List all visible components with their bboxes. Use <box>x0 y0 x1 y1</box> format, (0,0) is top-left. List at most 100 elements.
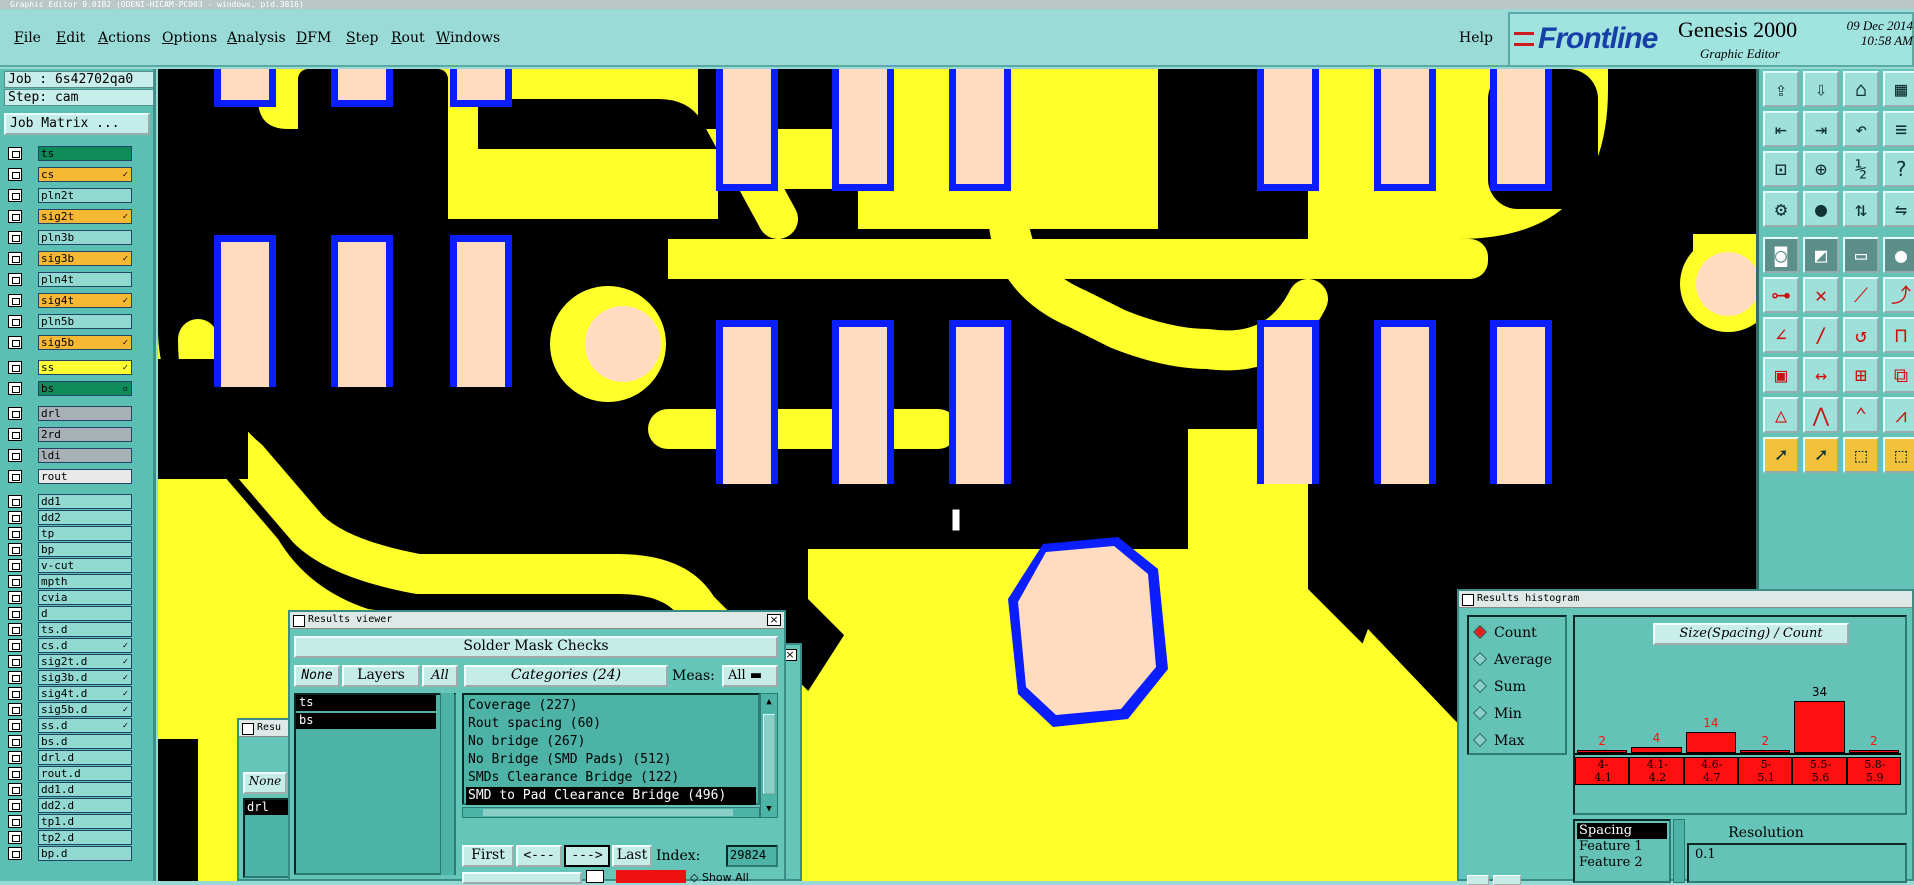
menu-options[interactable]: Options <box>162 30 217 46</box>
radio-icon[interactable] <box>1472 651 1488 667</box>
scroll-down-icon[interactable]: ▼ <box>763 803 775 815</box>
category-item[interactable]: No bridge (267) <box>466 733 756 751</box>
layer-checkbox[interactable] <box>8 559 22 572</box>
layer-row-cs[interactable]: cs ✓ <box>8 167 132 182</box>
layer-checkbox[interactable] <box>8 495 22 508</box>
curve-tool[interactable]: ⤴ <box>1883 277 1914 313</box>
radio-sum[interactable]: Sum <box>1472 678 1526 695</box>
layer-row-ss-d[interactable]: ss.d ✓ <box>8 718 132 733</box>
layer-name[interactable]: bp.d <box>38 846 132 861</box>
layer-name[interactable]: pln4t <box>38 272 132 287</box>
action-button[interactable] <box>462 872 582 884</box>
query-tool[interactable]: ? <box>1883 151 1914 187</box>
layer-checkbox[interactable] <box>8 799 22 812</box>
menu-analysis[interactable]: Analysis <box>227 30 286 46</box>
save-tool[interactable]: ⇩ <box>1803 71 1839 107</box>
zoom-area-tool[interactable]: ⊕ <box>1803 151 1839 187</box>
histogram-bar[interactable] <box>1577 749 1628 753</box>
layer-row-bp[interactable]: bp <box>8 542 132 557</box>
layer-row-rout-d[interactable]: rout.d <box>8 766 132 781</box>
bin-label-box[interactable]: 4.6- 4.7 <box>1683 757 1738 785</box>
category-item[interactable]: SMD to Pad Clearance Bridge (496) <box>466 787 756 805</box>
layer-row-ldi[interactable]: ldi <box>8 448 132 463</box>
snap-tool[interactable]: ≡ <box>1883 111 1914 147</box>
layer-checkbox[interactable] <box>8 783 22 796</box>
layer-name[interactable]: d <box>38 606 132 621</box>
select-box-tool[interactable]: ⬚ <box>1843 437 1879 473</box>
menu-actions[interactable]: Actions <box>98 30 151 46</box>
small-button[interactable] <box>1493 875 1521 885</box>
radio-icon[interactable] <box>1472 624 1488 640</box>
layer-name[interactable]: bs.d <box>38 734 132 749</box>
h-scroll-thumb[interactable] <box>483 809 733 816</box>
spacing-list-item[interactable]: Feature 1 <box>1577 839 1667 855</box>
redo-tool[interactable]: ⇥ <box>1803 111 1839 147</box>
layer-checkbox[interactable] <box>8 294 22 307</box>
layer-row-sig3b[interactable]: sig3b ✓ <box>8 251 132 266</box>
category-item[interactable]: Rout spacing (60) <box>466 715 756 733</box>
checkbox-icon[interactable]: ◇ <box>690 871 702 884</box>
peak-tool[interactable]: ⌃ <box>1843 397 1879 433</box>
layer-checkbox[interactable] <box>8 751 22 764</box>
layer-name[interactable]: sig4t ✓ <box>38 293 132 308</box>
layer-name[interactable]: pln5b <box>38 314 132 329</box>
menu-rout[interactable]: Rout <box>391 30 425 46</box>
layer-name[interactable]: cs.d ✓ <box>38 638 132 653</box>
layer-list-item[interactable]: bs <box>296 713 436 729</box>
index-field[interactable]: 29824 <box>726 845 778 867</box>
layer-name[interactable]: tp1.d <box>38 814 132 829</box>
layer-checkbox[interactable] <box>8 361 22 374</box>
layer-name[interactable]: cvia <box>38 590 132 605</box>
cross-select-tool[interactable]: ◩ <box>1803 237 1839 273</box>
layer-name[interactable]: sig3b ✓ <box>38 251 132 266</box>
layer-checkbox[interactable] <box>8 428 22 441</box>
layer-checkbox[interactable] <box>8 655 22 668</box>
layer-row-ts-d[interactable]: ts.d <box>8 622 132 637</box>
all-button[interactable]: All <box>422 665 458 687</box>
route-tool[interactable]: ⊓ <box>1883 317 1914 353</box>
toggle-box[interactable] <box>586 870 604 883</box>
layer-row-bs-d[interactable]: bs.d <box>8 734 132 749</box>
histogram-bar[interactable] <box>1685 731 1736 753</box>
layer-row-2rd[interactable]: 2rd <box>8 427 132 442</box>
layer-row-rout[interactable]: rout <box>8 469 132 484</box>
layer-row-cs-d[interactable]: cs.d ✓ <box>8 638 132 653</box>
job-matrix-button[interactable]: Job Matrix ... <box>4 113 150 135</box>
layer-checkbox[interactable] <box>8 315 22 328</box>
layer-row-ss[interactable]: ss ✓ <box>8 360 132 375</box>
categories-scrollbar[interactable]: ▲ ▼ <box>760 693 778 818</box>
layer-row-d[interactable]: d <box>8 606 132 621</box>
radio-max[interactable]: Max <box>1472 732 1525 749</box>
layer-name[interactable]: dd1.d <box>38 782 132 797</box>
last-button[interactable]: Last <box>612 845 652 867</box>
pointer-tool[interactable]: ➚ <box>1763 437 1799 473</box>
connect-tool[interactable]: ⊶ <box>1763 277 1799 313</box>
layer-checkbox[interactable] <box>8 252 22 265</box>
dimension-tool[interactable]: ↔ <box>1803 357 1839 393</box>
layer-name[interactable]: sig5b ✓ <box>38 335 132 350</box>
layer-name[interactable]: bp <box>38 542 132 557</box>
layer-checkbox[interactable] <box>8 273 22 286</box>
layer-row-sig3b-d[interactable]: sig3b.d ✓ <box>8 670 132 685</box>
box-tool[interactable]: ◙ <box>1763 237 1799 273</box>
layer-row-bp-d[interactable]: bp.d <box>8 846 132 861</box>
net-tool[interactable]: ⇅ <box>1843 191 1879 227</box>
undo-tool[interactable]: ⇤ <box>1763 111 1799 147</box>
layer-row-mpth[interactable]: mpth <box>8 574 132 589</box>
category-item[interactable]: SMDs Clearance Bridge (122) <box>466 769 756 787</box>
slash-tool[interactable]: ∕ <box>1803 317 1839 353</box>
layer-checkbox[interactable] <box>8 607 22 620</box>
layer-name[interactable]: sig2t ✓ <box>38 209 132 224</box>
small-button[interactable] <box>1467 875 1489 885</box>
layer-checkbox[interactable] <box>8 449 22 462</box>
layer-checkbox[interactable] <box>8 407 22 420</box>
layer-checkbox[interactable] <box>8 543 22 556</box>
layer-checkbox[interactable] <box>8 511 22 524</box>
layer-name[interactable]: bs ▫ <box>38 381 132 396</box>
histogram-bar[interactable] <box>1740 749 1791 753</box>
grid-tool[interactable]: ▦ <box>1883 71 1914 107</box>
select-tool[interactable]: ➚ <box>1803 437 1839 473</box>
layer-row-cvia[interactable]: cvia <box>8 590 132 605</box>
menu-dfm[interactable]: DFM <box>296 30 331 46</box>
layer-checkbox[interactable] <box>8 767 22 780</box>
